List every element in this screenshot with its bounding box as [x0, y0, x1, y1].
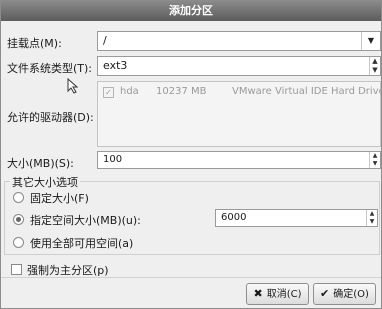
drive-size: 10237 MB — [156, 86, 207, 97]
max-size-spinbox[interactable]: 6000 ▲ ▼ — [215, 209, 378, 227]
mouse-cursor-icon — [67, 78, 79, 94]
updown-arrows-icon[interactable]: ▲ ▼ — [369, 57, 380, 75]
force-primary-checkbox[interactable] — [11, 264, 22, 275]
max-size-value: 6000 — [221, 212, 247, 223]
mount-point-label: 挂载点(M): — [7, 37, 62, 50]
cancel-button[interactable]: ✖ 取消(C) — [246, 283, 309, 305]
other-size-options-legend: 其它大小选项 — [10, 174, 80, 190]
max-size-label: 指定空间大小(MB)(u): — [30, 214, 141, 227]
button-separator — [1, 277, 381, 278]
cancel-icon: ✖ — [253, 287, 263, 300]
drive-name: hda — [120, 86, 139, 97]
ok-button[interactable]: ✔ 确定(O) — [313, 283, 376, 305]
spin-arrows-icon[interactable]: ▲ ▼ — [366, 210, 377, 226]
force-primary-label: 强制为主分区(p) — [27, 264, 109, 277]
fixed-size-radio[interactable] — [13, 192, 24, 203]
chevron-down-icon[interactable]: ▼ — [361, 32, 380, 50]
cancel-button-label: 取消(C) — [266, 289, 302, 300]
allowed-drives-list: ✓ hda 10237 MB VMware Virtual IDE Hard D… — [97, 81, 382, 147]
max-size-radio[interactable] — [13, 214, 24, 225]
allowed-drives-label: 允许的驱动器(D): — [7, 111, 94, 124]
dialog-title: 添加分区 — [1, 1, 381, 21]
drive-model: VMware Virtual IDE Hard Drive — [232, 86, 382, 97]
size-label: 大小(MB)(S): — [7, 157, 74, 170]
size-spinbox[interactable]: 100 ▲ ▼ — [97, 151, 381, 169]
ok-icon: ✔ — [320, 287, 330, 300]
drive-checkbox: ✓ — [103, 87, 114, 98]
add-partition-dialog: 添加分区 挂载点(M): / ▼ 文件系统类型(T): ext3 ▲ ▼ 允许的驱… — [0, 0, 382, 309]
fill-all-radio[interactable] — [13, 237, 24, 248]
size-value: 100 — [103, 154, 123, 165]
fill-all-label: 使用全部可用空间(a) — [30, 237, 134, 250]
spin-arrows-icon[interactable]: ▲ ▼ — [369, 152, 380, 168]
fixed-size-label: 固定大小(F) — [30, 192, 89, 205]
fs-type-select[interactable]: ext3 ▲ ▼ — [97, 56, 381, 76]
mount-point-value: / — [103, 34, 107, 47]
fs-type-value: ext3 — [103, 59, 128, 72]
fs-type-label: 文件系统类型(T): — [7, 62, 93, 75]
ok-button-label: 确定(O) — [333, 289, 369, 300]
mount-point-combo[interactable]: / ▼ — [97, 31, 381, 51]
